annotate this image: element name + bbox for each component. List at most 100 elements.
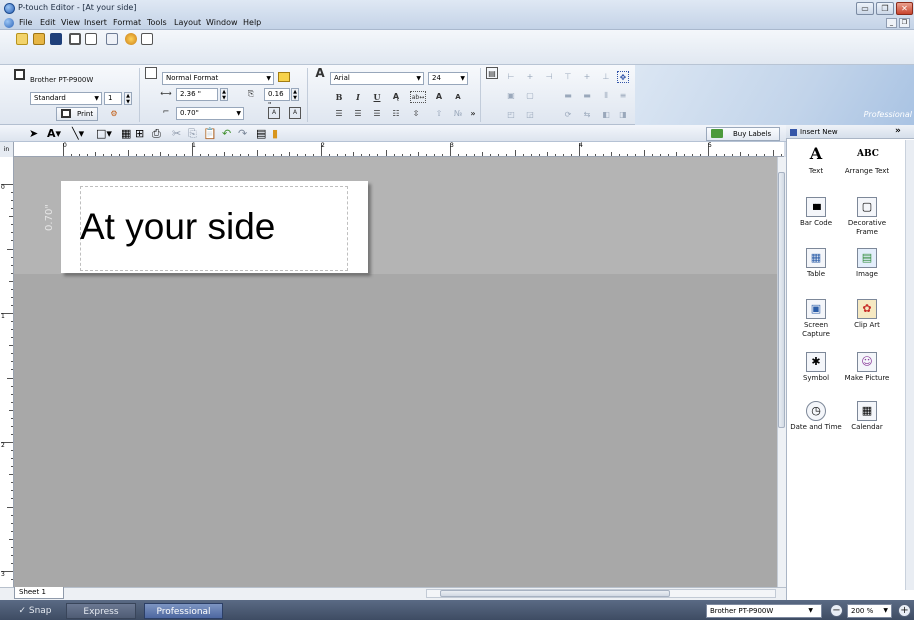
insert-calendar-button[interactable]: ▦ Calendar — [840, 401, 894, 432]
open-icon[interactable] — [33, 33, 45, 45]
same-height-icon[interactable]: ▬ — [581, 90, 593, 102]
length-select[interactable]: 0.70" ▼ — [176, 107, 244, 120]
align-left-icon[interactable]: ☰ — [333, 108, 345, 120]
underline-button[interactable]: U — [371, 91, 383, 103]
snap-mode-button[interactable]: ✓ Snap — [10, 603, 60, 619]
menu-tools[interactable]: Tools — [147, 18, 167, 27]
menu-format[interactable]: Format — [113, 18, 141, 27]
insert-frame-button[interactable]: ▢ Decorative Frame — [840, 197, 894, 237]
width-spinner[interactable]: ▲ ▼ — [220, 88, 228, 101]
close-button[interactable]: ✕ — [896, 2, 913, 15]
label-text-object[interactable]: At your side — [80, 206, 275, 248]
zoom-select[interactable]: 200 % ▼ — [847, 604, 892, 618]
font-size-select[interactable]: 24 ▼ — [428, 72, 468, 85]
grow-font-icon[interactable]: A — [433, 91, 445, 103]
insert-make-picture-button[interactable]: ☺ Make Picture — [840, 352, 894, 383]
professional-mode-tab[interactable]: Professional — [144, 603, 223, 619]
transfer-tool-icon[interactable]: ⎙ — [152, 127, 161, 140]
ungroup-icon[interactable]: ▢ — [524, 90, 536, 102]
mdi-restore-button[interactable]: ❐ — [899, 18, 910, 28]
sheet-tab[interactable]: Sheet 1 — [14, 587, 64, 599]
insert-text-button[interactable]: A Text — [789, 145, 843, 176]
app-icon[interactable] — [4, 3, 15, 14]
insert-screen-capture-button[interactable]: ▣ Screen Capture — [789, 299, 843, 339]
database-tool-icon[interactable]: ▮ — [272, 127, 278, 140]
font-more-button[interactable]: » — [467, 108, 479, 120]
select-arrow-icon[interactable]: ➤ — [29, 127, 38, 140]
distribute-h-icon[interactable]: ⫴ — [600, 90, 612, 102]
align-bottom-objects-icon[interactable]: ⊥ — [600, 71, 612, 83]
print-icon[interactable] — [69, 33, 81, 45]
mdi-minimize-button[interactable]: _ — [886, 18, 897, 28]
vertical-scroll-thumb[interactable] — [778, 172, 785, 428]
flip-icon[interactable]: ⇆ — [581, 109, 593, 121]
justify-icon[interactable]: ☷ — [390, 108, 402, 120]
text-direction-icon[interactable]: ⇧ — [433, 108, 445, 120]
menu-edit[interactable]: Edit — [40, 18, 56, 27]
menu-file[interactable]: File — [19, 18, 32, 27]
align-vcenter-objects-icon[interactable]: + — [581, 71, 593, 83]
cut-icon[interactable]: ✂ — [172, 127, 181, 140]
database-icon[interactable] — [106, 33, 118, 45]
align-right-objects-icon[interactable]: ⊣ — [543, 71, 555, 83]
properties-icon[interactable]: ▤ — [256, 127, 266, 140]
group-icon[interactable]: ▣ — [505, 90, 517, 102]
copies-input[interactable]: 1 — [104, 92, 122, 105]
text-effect-icon[interactable]: Ą — [390, 91, 402, 103]
panel-more-button[interactable]: » — [895, 126, 901, 136]
express-mode-tab[interactable]: Express — [66, 603, 136, 619]
font-select[interactable]: Arial ▼ — [330, 72, 424, 85]
minimize-button[interactable]: ▭ — [856, 2, 874, 15]
align-center-icon[interactable]: ☰ — [352, 108, 364, 120]
copy-icon[interactable]: ⎘ — [188, 127, 197, 140]
transfer-icon[interactable] — [125, 33, 137, 45]
character-spacing-icon[interactable]: ab↔ — [410, 91, 426, 103]
italic-button[interactable]: I — [352, 91, 364, 103]
copies-spinner[interactable]: ▲ ▼ — [124, 92, 132, 105]
align-right-icon[interactable]: ☰ — [371, 108, 383, 120]
same-width-icon[interactable]: ▬ — [562, 90, 574, 102]
align-hcenter-objects-icon[interactable]: + — [524, 71, 536, 83]
arrange-icon[interactable]: ✥ — [617, 71, 629, 83]
insert-arrange-text-button[interactable]: ABC Arrange Text — [840, 145, 894, 176]
zoom-out-button[interactable]: − — [830, 604, 843, 617]
table-tool-icon[interactable]: ▦ — [121, 127, 131, 140]
tree-tool-icon[interactable]: ⊞ — [135, 127, 144, 140]
status-printer-select[interactable]: Brother PT-P900W ▼ — [706, 604, 822, 618]
menu-view[interactable]: View — [61, 18, 80, 27]
width-input[interactable]: 2.36 " — [176, 88, 218, 101]
quality-select[interactable]: Standard ▼ — [30, 92, 102, 105]
text-tool-icon[interactable]: A▾ — [47, 127, 61, 140]
format-select[interactable]: Normal Format ▼ — [162, 72, 274, 85]
line-tool-icon[interactable]: ╲▾ — [72, 127, 84, 140]
menu-layout[interactable]: Layout — [174, 18, 201, 27]
insert-clipart-button[interactable]: ✿ Clip Art — [840, 299, 894, 330]
text-fit-icon[interactable]: A — [268, 107, 280, 119]
layout-icon[interactable] — [141, 33, 153, 45]
paste-icon[interactable]: 📋 — [203, 127, 217, 140]
distribute-v-icon[interactable]: ≡ — [617, 90, 629, 102]
undo-icon[interactable]: ↶ — [222, 127, 231, 140]
align-top-objects-icon[interactable]: ⊤ — [562, 71, 574, 83]
bring-front-icon[interactable]: ◰ — [505, 109, 517, 121]
margin-input[interactable]: 0.16 " — [264, 88, 290, 109]
vertical-text-icon[interactable]: A — [289, 107, 301, 119]
bold-button[interactable]: B — [333, 91, 345, 103]
unlock-icon[interactable]: ◨ — [617, 109, 629, 121]
print-preview-icon[interactable] — [85, 33, 97, 45]
align-left-objects-icon[interactable]: ⊢ — [505, 71, 517, 83]
lock-icon[interactable]: ◧ — [600, 109, 612, 121]
menu-window[interactable]: Window — [206, 18, 238, 27]
new-icon[interactable] — [16, 33, 28, 45]
margin-icon[interactable]: ⎘ — [245, 88, 257, 100]
zoom-in-button[interactable]: + — [898, 604, 911, 617]
insert-table-button[interactable]: ▦ Table — [789, 248, 843, 279]
document-icon[interactable] — [4, 18, 14, 28]
maximize-button[interactable]: ❐ — [876, 2, 894, 15]
insert-barcode-button[interactable]: ▮▮▮ Bar Code — [789, 197, 843, 228]
vertical-align-icon[interactable]: ⇳ — [410, 108, 422, 120]
insert-date-time-button[interactable]: ◷ Date and Time — [789, 401, 843, 432]
menu-insert[interactable]: Insert — [84, 18, 107, 27]
insert-image-button[interactable]: ▤ Image — [840, 248, 894, 279]
save-icon[interactable] — [50, 33, 62, 45]
